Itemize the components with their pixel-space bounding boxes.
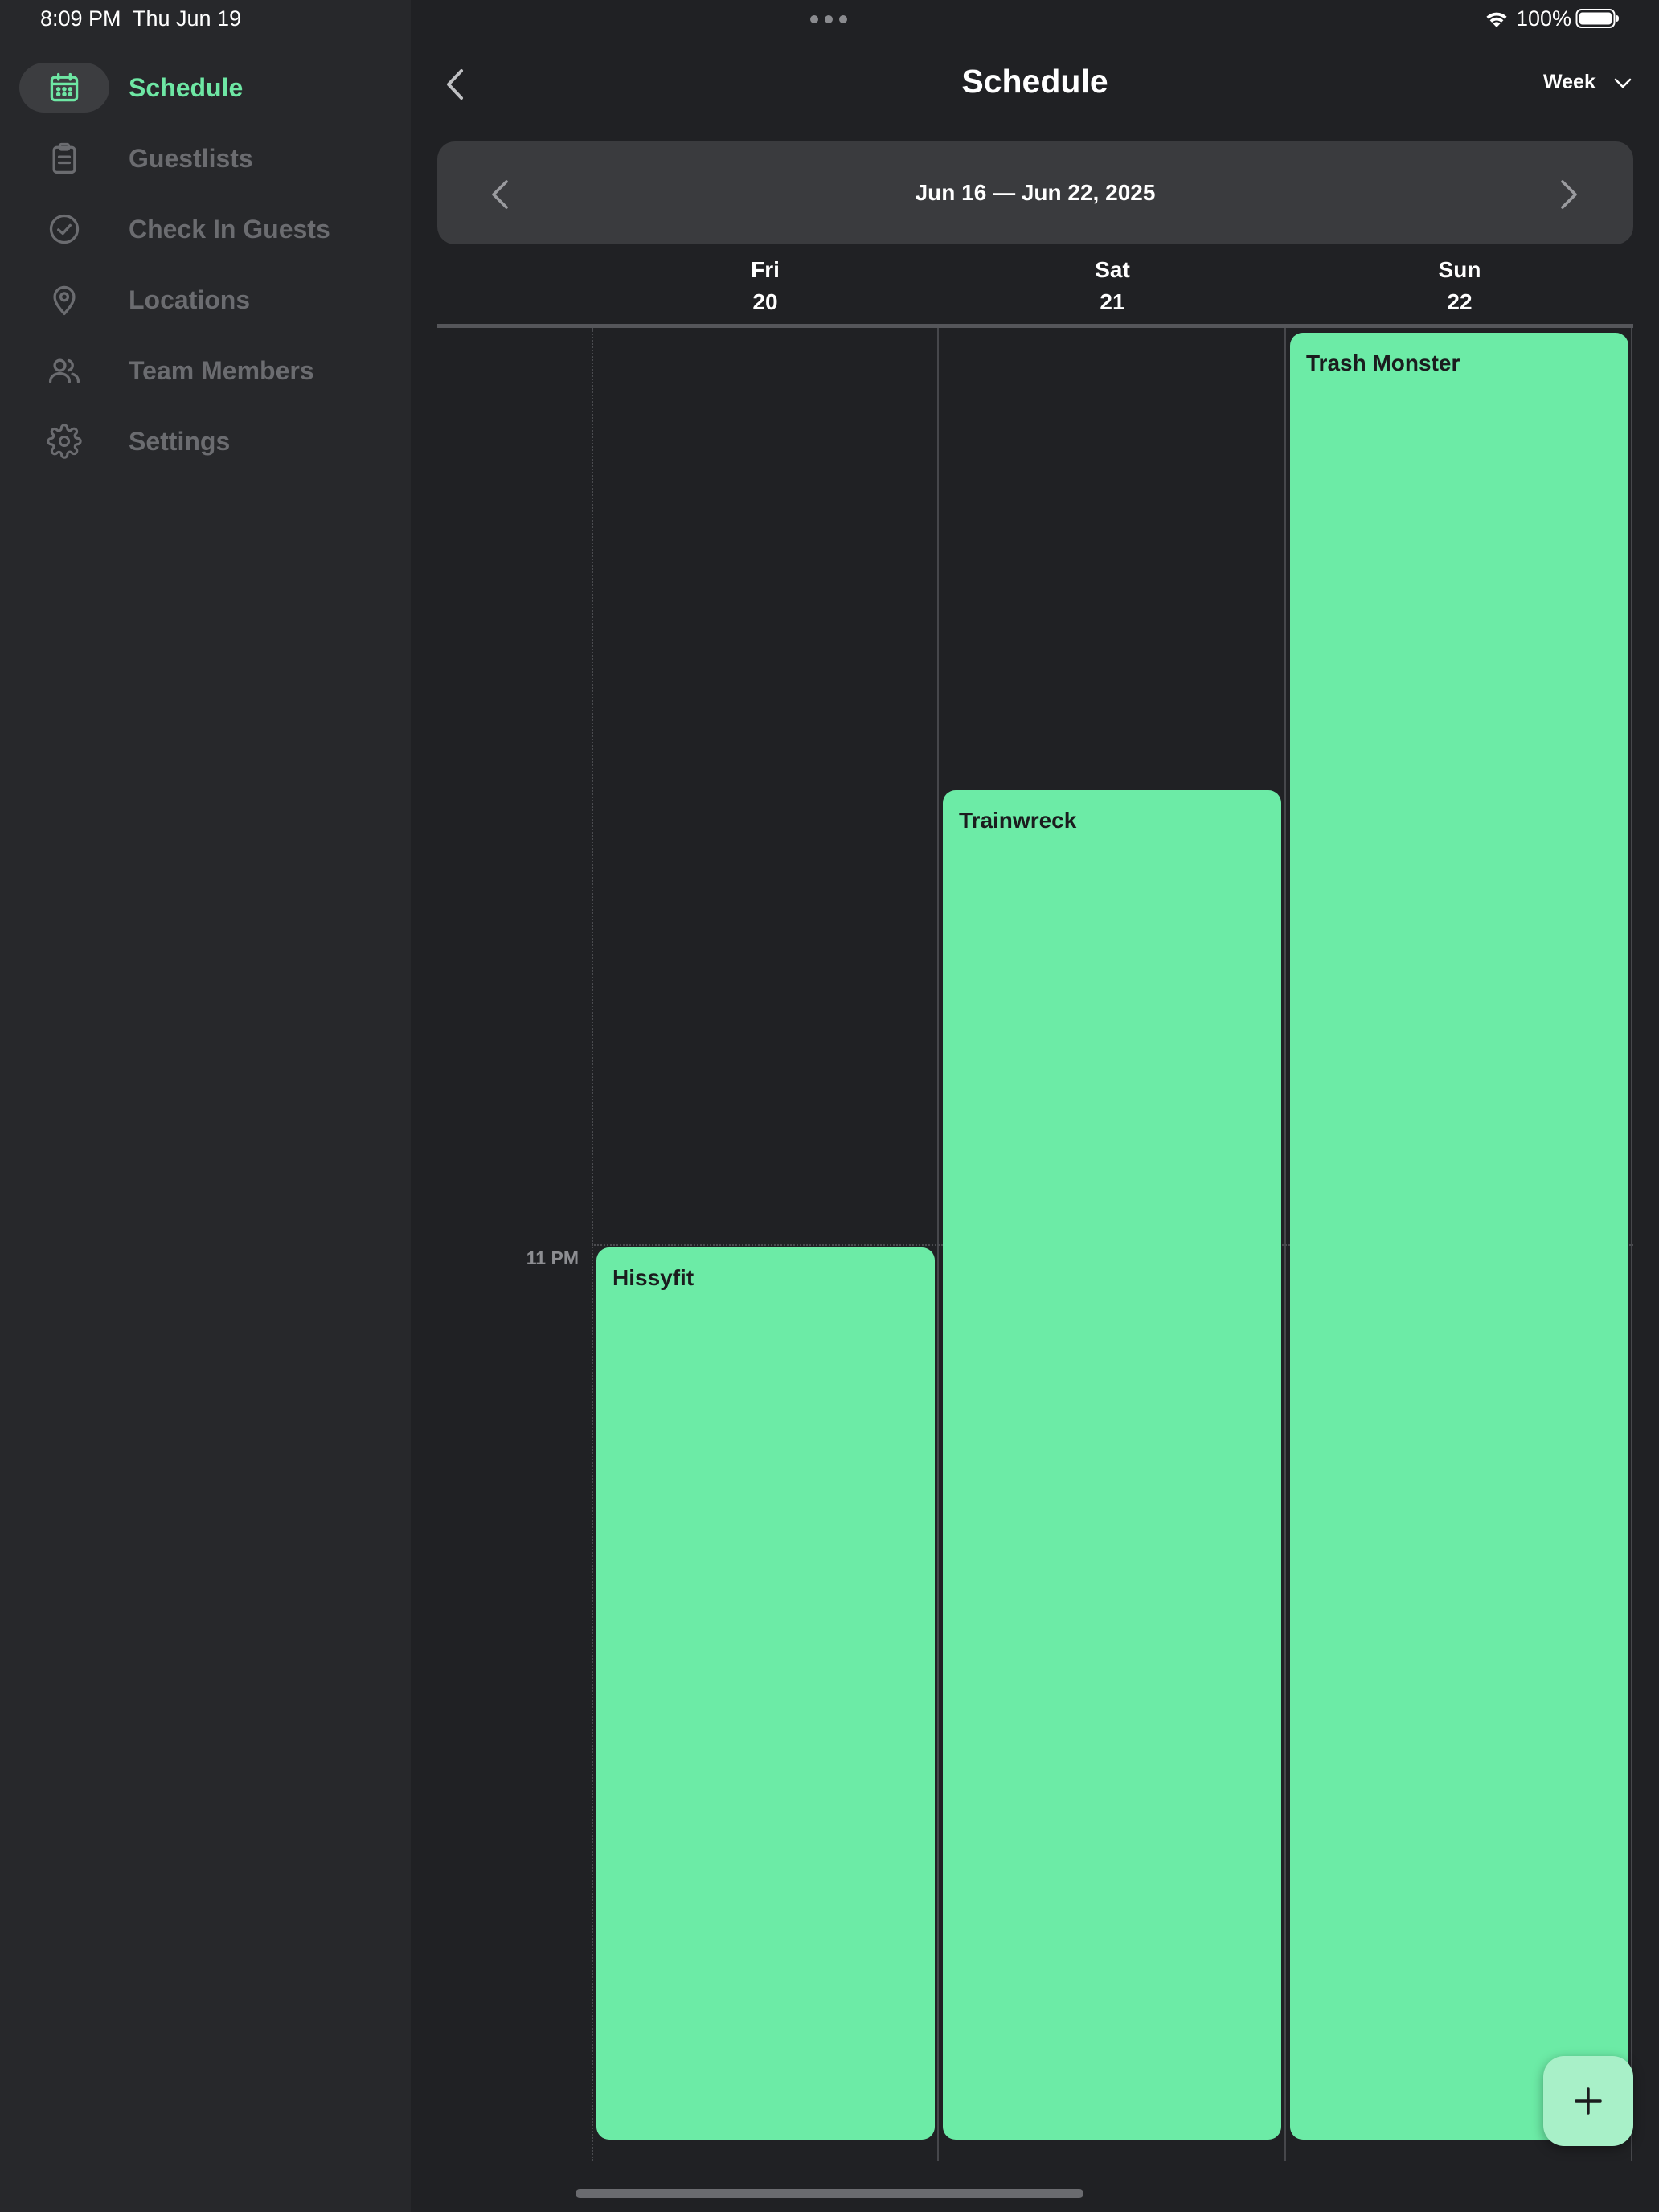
day-header-sun: Sun 22 [1286, 254, 1633, 318]
sidebar: Schedule Guestlists Check In Guests Loca… [0, 0, 411, 2212]
day-header-fri: Fri 20 [592, 254, 939, 318]
users-icon [19, 346, 109, 395]
gear-icon [19, 416, 109, 466]
day-number: 22 [1447, 289, 1473, 314]
wifi-icon [1486, 12, 1507, 27]
previous-week-icon[interactable] [487, 177, 513, 212]
sidebar-item-label: Schedule [129, 72, 244, 102]
sidebar-item-locations[interactable]: Locations [19, 275, 389, 325]
sidebar-item-settings[interactable]: Settings [19, 416, 389, 466]
battery-percent: 100% [1516, 6, 1572, 31]
sidebar-item-check-in-guests[interactable]: Check In Guests [19, 204, 389, 254]
sidebar-item-guestlists[interactable]: Guestlists [19, 133, 389, 183]
event-title: Hissyfit [612, 1265, 694, 1290]
home-indicator[interactable] [576, 2189, 1083, 2198]
sidebar-item-label: Guestlists [129, 143, 253, 173]
status-date: Thu Jun 19 [133, 6, 242, 31]
day-number: 20 [752, 289, 778, 314]
sidebar-item-team-members[interactable]: Team Members [19, 346, 389, 395]
event-title: Trash Monster [1306, 350, 1460, 375]
event-card-hissyfit[interactable]: Hissyfit [596, 1247, 935, 2140]
page-title: Schedule [961, 63, 1108, 100]
event-card-trash-monster[interactable]: Trash Monster [1290, 333, 1628, 2140]
calendar-icon [19, 63, 109, 113]
battery-icon [1575, 9, 1619, 28]
header-divider [437, 324, 1633, 328]
next-week-icon[interactable] [1556, 177, 1582, 212]
sidebar-item-schedule[interactable]: Schedule [19, 63, 389, 113]
add-event-button[interactable] [1543, 2056, 1633, 2146]
time-label-11pm: 11 PM [526, 1247, 579, 1268]
sidebar-item-label: Check In Guests [129, 214, 330, 244]
sidebar-item-label: Team Members [129, 355, 314, 385]
day-number: 21 [1100, 289, 1125, 314]
day-name: Sat [1095, 257, 1130, 282]
check-circle-icon [19, 204, 109, 254]
view-mode-select[interactable]: Week [1543, 71, 1596, 94]
map-pin-icon [19, 275, 109, 325]
plus-icon [1575, 2087, 1602, 2115]
multitasking-dots-icon[interactable] [810, 10, 847, 29]
back-chevron-icon[interactable] [440, 64, 469, 104]
sidebar-item-label: Settings [129, 426, 231, 456]
day-name: Sun [1438, 257, 1481, 282]
day-header-sat: Sat 21 [939, 254, 1286, 318]
event-title: Trainwreck [959, 808, 1077, 833]
chevron-down-icon[interactable] [1612, 74, 1633, 92]
clipboard-icon [19, 133, 109, 183]
week-range-label: Jun 16 — Jun 22, 2025 [915, 180, 1156, 205]
sidebar-item-label: Locations [129, 285, 251, 314]
event-card-trainwreck[interactable]: Trainwreck [943, 790, 1281, 2140]
day-name: Fri [751, 257, 780, 282]
status-time: 8:09 PM [40, 6, 121, 31]
